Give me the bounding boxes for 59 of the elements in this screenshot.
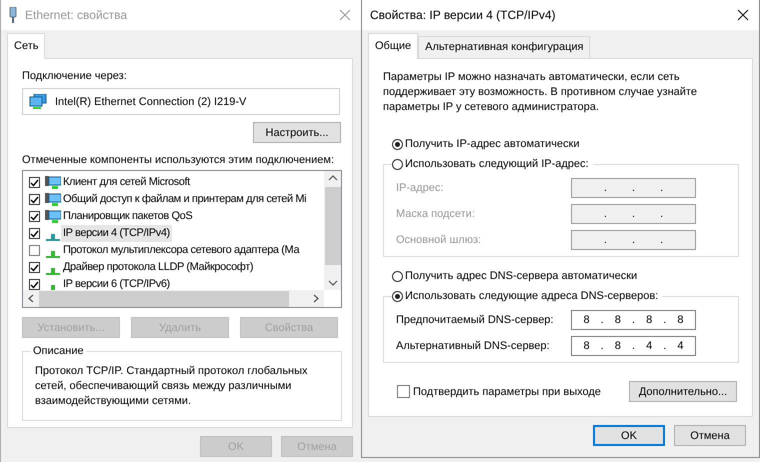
component-item[interactable]: Планировщик пакетов QoS xyxy=(61,208,194,225)
window-title: Ethernet: свойства xyxy=(25,8,128,22)
address-field[interactable]: . . . xyxy=(571,230,696,250)
checkbox[interactable] xyxy=(29,177,40,188)
scrollbar[interactable] xyxy=(23,290,324,307)
address-field[interactable]: 8 . 8 . 4 . 4 xyxy=(571,336,696,356)
connection-label: Подключение через: xyxy=(22,69,128,84)
component-item[interactable]: Клиент для сетей Microsoft xyxy=(61,174,192,191)
component-item[interactable]: IP версии 4 (TCP/IPv4) xyxy=(61,225,172,242)
radio-button[interactable] xyxy=(392,159,403,170)
configure-button[interactable]: Настроить... xyxy=(253,122,341,143)
checkbox[interactable] xyxy=(397,385,410,398)
computer-icon xyxy=(45,209,61,224)
advanced-button[interactable]: Дополнительно... xyxy=(629,381,737,402)
field-label: Альтернативный DNS-сервер: xyxy=(396,340,551,352)
checkbox[interactable] xyxy=(29,194,40,205)
checkbox[interactable] xyxy=(29,245,40,256)
radio-option[interactable]: Использовать следующий IP-адрес: xyxy=(392,157,593,172)
component-item[interactable]: Общий доступ к файлам и принтерам для сетей Mi xyxy=(61,191,308,208)
plug-icon xyxy=(9,7,17,23)
radio-button[interactable] xyxy=(392,291,403,302)
checkbox[interactable] xyxy=(29,228,40,239)
components-label: Отмеченные компоненты используются этим подключением: xyxy=(22,153,336,168)
network-protocol-icon xyxy=(46,234,60,240)
component-item[interactable]: Протокол мультиплексора сетевого адаптера (Ма xyxy=(61,242,302,259)
field-label: IP-адрес: xyxy=(396,182,444,194)
field-label: Маска подсети: xyxy=(396,208,476,220)
checkbox[interactable] xyxy=(29,262,40,273)
tab[interactable]: Сеть xyxy=(7,33,46,59)
computer-icon xyxy=(45,175,61,190)
field-label: Основной шлюз: xyxy=(396,234,482,246)
component-item[interactable]: IP версии 6 (TCP/IPv6) xyxy=(61,276,172,290)
description-text: Протокол TCP/IP. Стандартный протокол глобальных сетей, обеспечивающий связь между различными взаимодействующими сетями. xyxy=(35,364,309,409)
radio-option[interactable]: Получить адрес DNS-сервера автоматически xyxy=(392,269,739,284)
tab[interactable]: Общие xyxy=(368,33,418,59)
intro-text: Параметры IP можно назначать автоматически, если сеть поддерживает эту возможность. В противном случае узнайте параметры IP у сетевого администратора. xyxy=(383,70,698,115)
radio-button[interactable] xyxy=(392,271,403,282)
radio-option[interactable]: Использовать следующие адреса DNS-серверов: xyxy=(392,289,662,304)
dialog-button[interactable]: OK xyxy=(593,425,665,446)
component-item[interactable]: Драйвер протокола LLDP (Майкрософт) xyxy=(61,259,256,276)
checkbox[interactable] xyxy=(29,211,40,222)
field-label: Предпочитаемый DNS-сервер: xyxy=(396,314,554,326)
radio-option[interactable]: Получить IP-адрес автоматически xyxy=(392,137,739,152)
tab[interactable]: Альтернативная конфигурация xyxy=(418,36,590,58)
dialog-button[interactable]: Отмена xyxy=(674,425,746,446)
radio-button[interactable] xyxy=(392,139,403,150)
checkbox[interactable] xyxy=(29,279,40,290)
network-protocol-icon xyxy=(46,250,60,258)
scrollbar[interactable] xyxy=(324,171,341,290)
network-icon xyxy=(29,94,47,110)
window-title: Свойства: IP версии 4 (TCP/IPv4) xyxy=(370,8,556,22)
adapter-name: Intel(R) Ethernet Connection (2) I219-V xyxy=(55,96,246,108)
address-field[interactable]: . . . xyxy=(571,204,696,224)
checkbox-option[interactable]: Подтвердить параметры при выходе xyxy=(397,385,601,398)
address-field[interactable]: . . . xyxy=(571,178,696,198)
computer-icon xyxy=(45,192,61,207)
network-protocol-icon xyxy=(46,268,60,274)
address-field[interactable]: 8 . 8 . 8 . 8 xyxy=(571,310,696,330)
close-icon[interactable] xyxy=(737,9,749,21)
